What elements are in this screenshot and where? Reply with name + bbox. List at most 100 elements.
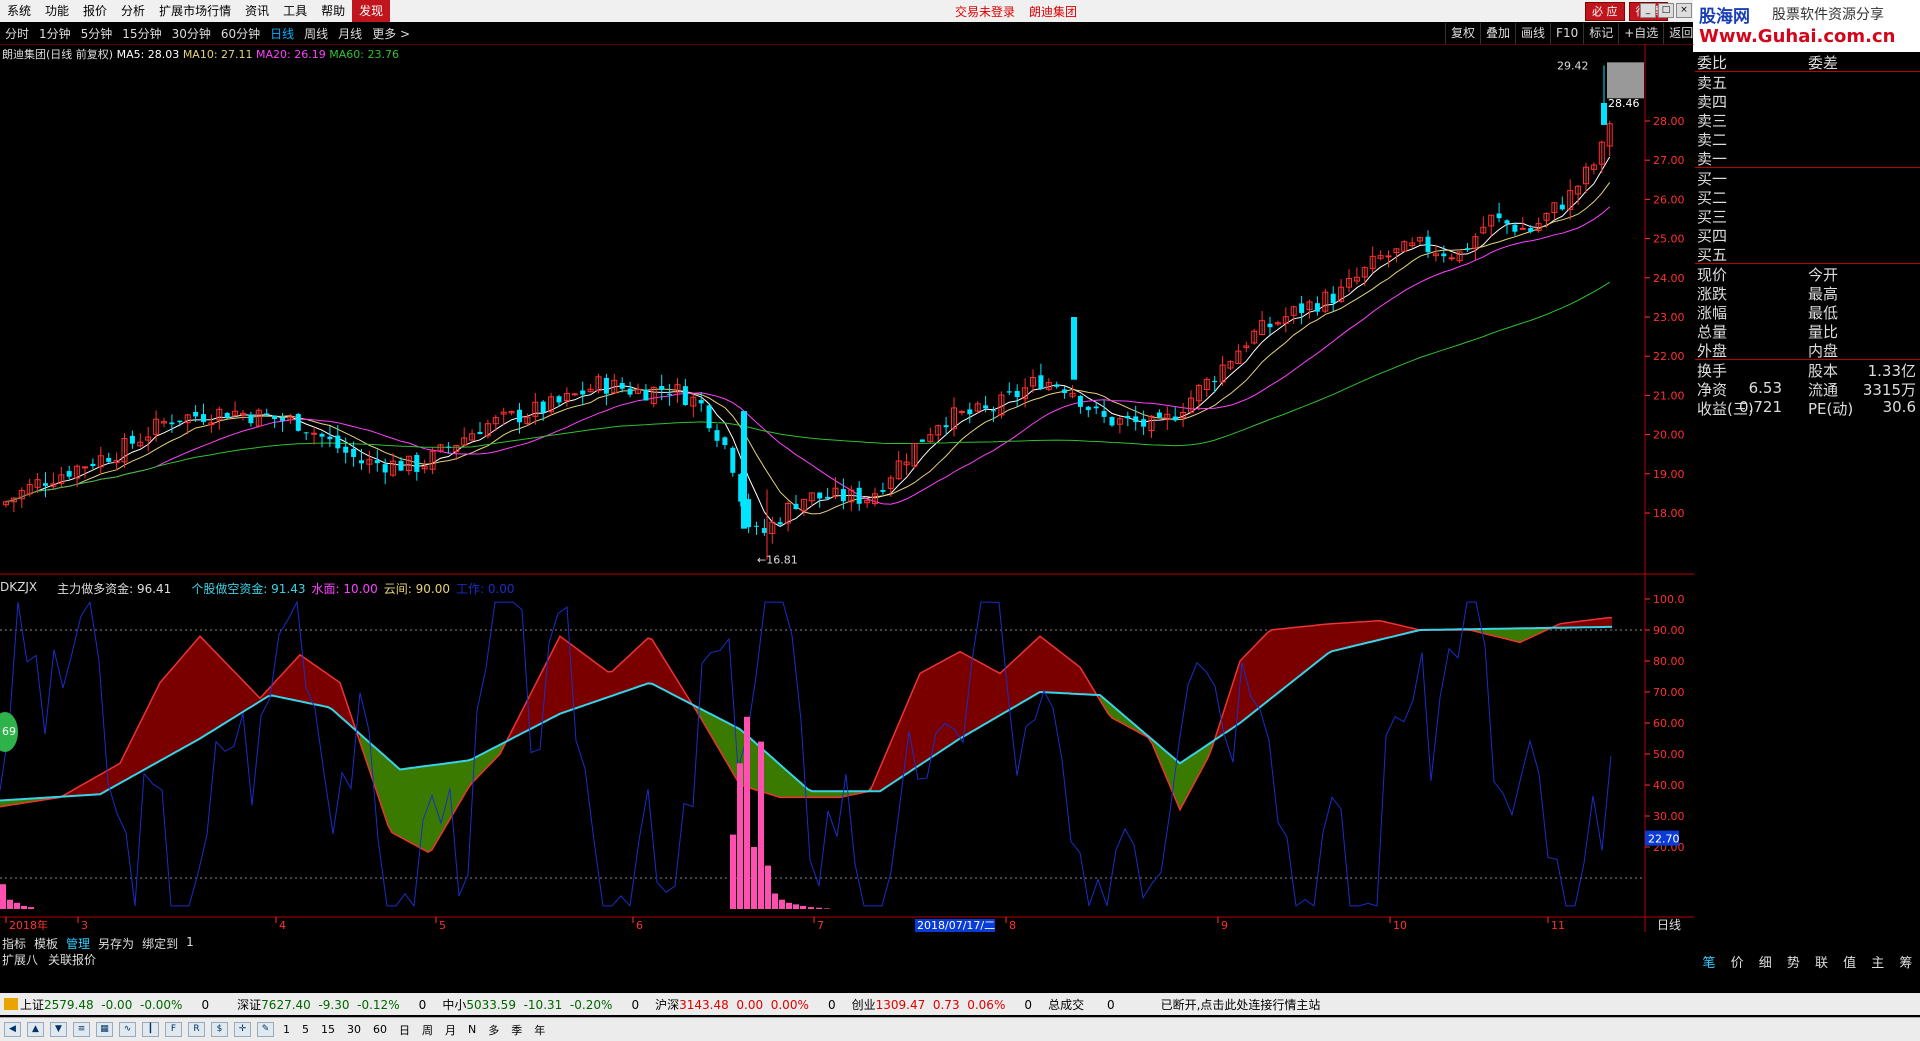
close-icon[interactable]: × <box>1676 3 1692 18</box>
tf-weekly[interactable]: 周线 <box>299 25 333 42</box>
menu-item-ext-market[interactable]: 扩展市场行情 <box>152 0 238 22</box>
fund-fill <box>328 674 332 710</box>
fund-fill <box>996 671 1000 718</box>
f10-icon[interactable]: F <box>165 1022 182 1037</box>
tf-15min[interactable]: 15分钟 <box>117 25 166 42</box>
tf-more[interactable]: 更多 > <box>367 25 415 42</box>
mark-button[interactable]: 标记 <box>1583 23 1618 44</box>
tab-indicator[interactable]: 指标 <box>2 935 26 952</box>
period-5[interactable]: 5 <box>299 1023 312 1036</box>
candle-body <box>1038 375 1044 389</box>
tab-linked[interactable]: 联 <box>1815 952 1828 971</box>
back-arrow-icon[interactable]: ◀ <box>4 1022 21 1037</box>
fund-fill <box>1260 636 1264 708</box>
buy-label: 买四 <box>1697 227 1728 245</box>
fund-fill <box>608 671 612 698</box>
period-month[interactable]: 月 <box>442 1022 459 1038</box>
period-60[interactable]: 60 <box>370 1023 390 1036</box>
add-watchlist-button[interactable]: +自选 <box>1618 23 1663 44</box>
tf-1min[interactable]: 1分钟 <box>34 25 76 42</box>
money-icon[interactable]: $ <box>211 1022 228 1037</box>
menu-item-discover[interactable]: 发现 <box>352 0 391 22</box>
fund-fill <box>1352 622 1356 647</box>
period-day[interactable]: 日 <box>396 1022 413 1038</box>
tf-30min[interactable]: 30分钟 <box>167 25 216 42</box>
tab-related-quote[interactable]: 关联报价 <box>48 951 96 968</box>
index-shenzhen[interactable]: 深证7627.40 -9.30 -0.12% 0 <box>237 996 426 1013</box>
tab-detail[interactable]: 细 <box>1759 952 1772 971</box>
fund-fill <box>296 654 300 702</box>
period-n[interactable]: N <box>465 1023 479 1036</box>
tab-ext8[interactable]: 扩展八 <box>2 951 38 968</box>
rsi-icon[interactable]: R <box>188 1022 205 1037</box>
pink-bar <box>786 902 792 909</box>
period-week[interactable]: 周 <box>419 1022 436 1038</box>
indicator-name[interactable]: DKZJX <box>0 580 37 598</box>
restore-icon[interactable]: □ <box>1658 3 1674 18</box>
grid-icon[interactable]: ▦ <box>96 1022 113 1037</box>
period-multi[interactable]: 多 <box>485 1022 502 1038</box>
index-shanghai[interactable]: 上证2579.48 -0.00 -0.00% 0 <box>20 996 209 1013</box>
fund-fill <box>1364 621 1368 644</box>
period-15[interactable]: 15 <box>318 1023 338 1036</box>
tf-minute[interactable]: 分时 <box>0 25 34 42</box>
tab-trend[interactable]: 势 <box>1787 952 1800 971</box>
period-30[interactable]: 30 <box>344 1023 364 1036</box>
tab-bind-to[interactable]: 绑定到 <box>142 935 178 952</box>
period-quarter[interactable]: 季 <box>508 1022 525 1038</box>
tf-daily[interactable]: 日线 <box>265 25 299 42</box>
tf-monthly[interactable]: 月线 <box>333 25 367 42</box>
total-turnover: 总成交 0 <box>1048 997 1115 1012</box>
menu-item-tools[interactable]: 工具 <box>276 0 314 22</box>
tab-bind-index[interactable]: 1 <box>186 935 194 952</box>
period-1[interactable]: 1 <box>280 1023 293 1036</box>
menu-item-analysis[interactable]: 分析 <box>114 0 152 22</box>
sell-row: 卖四 <box>1695 91 1920 111</box>
down-arrow-icon[interactable]: ▼ <box>50 1022 67 1037</box>
menu-item-function[interactable]: 功能 <box>38 0 76 22</box>
tab-save-as[interactable]: 另存为 <box>98 935 134 952</box>
tab-chips[interactable]: 筹 <box>1899 952 1912 971</box>
fund-fill <box>556 636 560 716</box>
connection-status[interactable]: 已断开,点击此处连接行情主站 <box>1161 996 1321 1013</box>
draw-button[interactable]: 画线 <box>1515 23 1550 44</box>
fund-fill <box>140 714 144 772</box>
tf-5min[interactable]: 5分钟 <box>76 25 118 42</box>
index-chinext[interactable]: 创业1309.47 0.73 0.06% 0 <box>852 996 1032 1013</box>
index-hs300[interactable]: 沪深3143.48 0.00 0.00% 0 <box>655 996 835 1013</box>
index-sme[interactable]: 中小5033.59 -10.31 -0.20% 0 <box>442 996 639 1013</box>
tab-template[interactable]: 模板 <box>34 935 58 952</box>
date-label: 10 <box>1393 919 1407 932</box>
bing-button[interactable]: 必 应 <box>1585 2 1625 21</box>
adjust-button[interactable]: 复权 <box>1445 23 1480 44</box>
candle-body <box>359 460 364 464</box>
buy-row: 买五 <box>1695 244 1920 264</box>
tab-main[interactable]: 主 <box>1871 952 1884 971</box>
menu-item-help[interactable]: 帮助 <box>314 0 352 22</box>
fund-fill <box>1596 618 1600 628</box>
crosshair-icon[interactable]: ✛ <box>234 1022 251 1037</box>
list-icon[interactable]: ≡ <box>73 1022 90 1037</box>
menu-item-system[interactable]: 系统 <box>0 0 38 22</box>
period-year[interactable]: 年 <box>531 1022 548 1038</box>
trade-login-status[interactable]: 交易未登录 <box>955 3 1015 20</box>
menu-item-news[interactable]: 资讯 <box>238 0 276 22</box>
kline-icon[interactable]: ┃ <box>142 1022 159 1037</box>
chart-area[interactable]: 28.00 27.00 26.00 25.00 24.00 23.00 22.00 21.00… <box>0 44 1694 932</box>
tab-manage[interactable]: 管理 <box>66 935 90 952</box>
tf-60min[interactable]: 60分钟 <box>216 25 265 42</box>
pencil-icon[interactable]: ✎ <box>257 1022 274 1037</box>
tab-value[interactable]: 值 <box>1843 952 1856 971</box>
up-arrow-icon[interactable]: ▲ <box>27 1022 44 1037</box>
stat-label: 最低 <box>1808 304 1839 322</box>
minimize-icon[interactable]: _ <box>1640 3 1656 18</box>
candle-body <box>943 425 949 428</box>
f10-button[interactable]: F10 <box>1550 23 1583 44</box>
back-button[interactable]: 返回 <box>1663 23 1698 44</box>
tab-price[interactable]: 价 <box>1731 952 1744 971</box>
line-chart-icon[interactable]: ∿ <box>119 1022 136 1037</box>
overlay-button[interactable]: 叠加 <box>1480 23 1515 44</box>
tab-tick[interactable]: 笔 <box>1703 952 1716 971</box>
fund-fill <box>1040 636 1044 693</box>
menu-item-quote[interactable]: 报价 <box>76 0 114 22</box>
